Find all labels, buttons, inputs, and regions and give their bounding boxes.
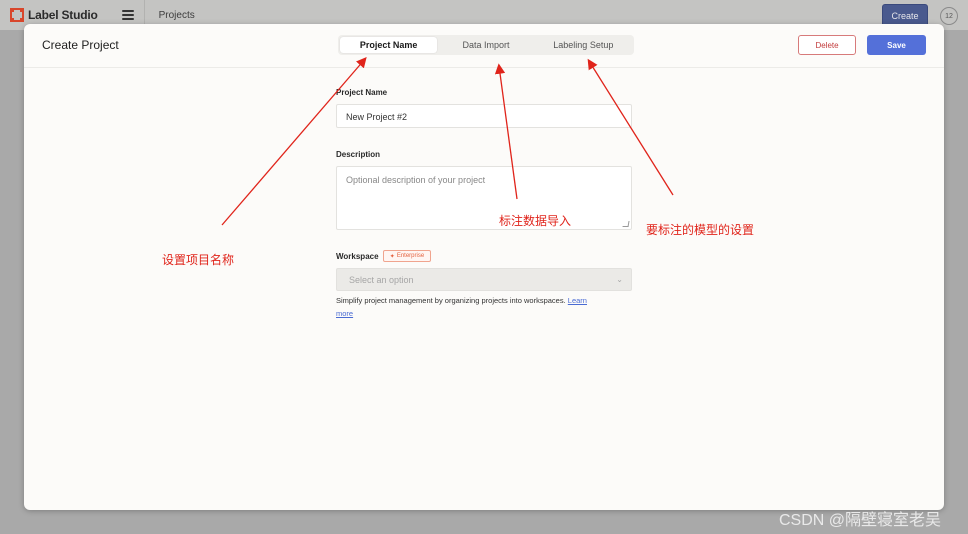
arrow-project-name <box>221 57 367 226</box>
annotation-project-name: 设置项目名称 <box>162 253 235 267</box>
watermark: CSDN @隔壁寝室老吴 <box>779 512 942 529</box>
arrow-data-import <box>494 63 518 200</box>
annotation-labeling-setup: 要标注的模型的设置 <box>646 223 755 237</box>
annotation-data-import: 标注数据导入 <box>499 214 572 228</box>
annotation-arrows <box>221 57 674 226</box>
arrow-labeling-setup <box>587 58 674 196</box>
